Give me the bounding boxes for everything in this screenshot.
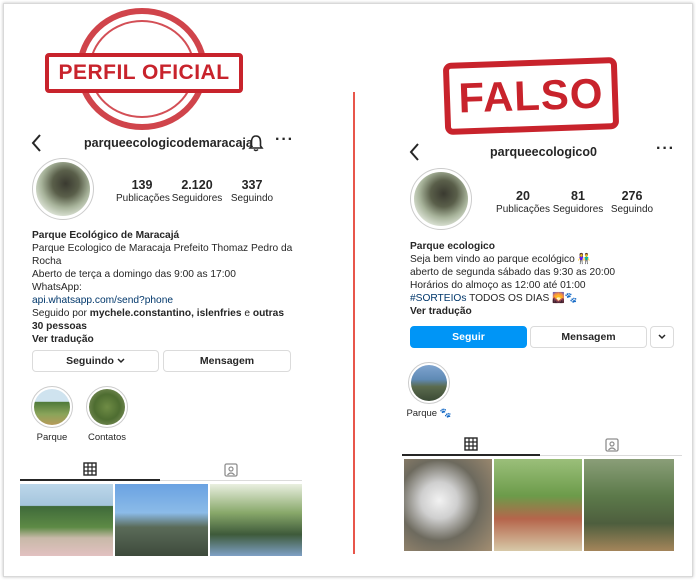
back-icon[interactable] <box>30 133 44 153</box>
official-profile-panel: parqueecologicodemaracaja ··· 139 Publica… <box>20 0 302 560</box>
profile-stats: 139 Publicações 2.120 Seguidores 337 Seguin… <box>116 178 278 204</box>
bell-icon[interactable] <box>248 134 264 152</box>
profile-tabs <box>402 434 682 456</box>
back-icon[interactable] <box>408 142 422 162</box>
highlight-label: Parque 🐾 <box>406 408 452 419</box>
tab-tagged[interactable] <box>542 434 682 456</box>
tagged-icon <box>605 438 619 452</box>
following-button[interactable]: Seguindo <box>32 350 159 372</box>
profile-tabs <box>20 459 302 481</box>
bio-line: Horários do almoço as 12:00 até 01:00 <box>410 280 586 291</box>
grid-icon <box>83 462 97 476</box>
stat-posts[interactable]: 20 Publicações <box>496 189 550 215</box>
highlight-label: Parque <box>36 432 68 443</box>
stat-posts[interactable]: 139 Publicações <box>116 178 170 204</box>
bio-line: Seja bem vindo ao parque ecológico 👫 <box>410 254 591 265</box>
bio-line: Aberto de terça a domingo das 9:00 as 17… <box>32 269 236 280</box>
tab-grid[interactable] <box>20 459 160 481</box>
highlight-contatos[interactable]: Contatos <box>82 386 132 443</box>
message-button[interactable]: Mensagem <box>530 326 647 348</box>
profile-header: parqueecologico0 ··· <box>402 140 682 162</box>
followed-by[interactable]: Seguido por mychele.constantino, islenfr… <box>32 307 298 333</box>
tab-tagged[interactable] <box>160 459 302 481</box>
bio-link[interactable]: api.whatsapp.com/send?phone <box>32 294 298 307</box>
photo-grid <box>404 459 674 551</box>
chevron-down-icon <box>117 358 125 364</box>
avatar[interactable] <box>410 168 472 230</box>
profile-stats: 20 Publicações 81 Seguidores 276 Seguindo <box>496 189 658 215</box>
post-thumbnail[interactable] <box>20 484 113 556</box>
bio-line: Parque Ecologico de Maracaja Prefeito Th… <box>32 243 293 267</box>
profile-header: parqueecologicodemaracaja ··· <box>20 131 302 153</box>
stat-followers[interactable]: 81 Seguidores <box>550 189 606 215</box>
stat-followers[interactable]: 2.120 Seguidores <box>168 178 226 204</box>
profile-name: Parque ecologico <box>410 241 495 252</box>
bio-line: #SORTEIOs TODOS OS DIAS 🌄🐾 <box>410 293 578 304</box>
tab-grid[interactable] <box>402 434 540 456</box>
highlight-label: Contatos <box>87 432 127 443</box>
more-icon[interactable]: ··· <box>656 140 675 158</box>
stat-following[interactable]: 337 Seguindo <box>226 178 278 204</box>
chevron-down-icon <box>658 334 666 340</box>
bio-line: WhatsApp: <box>32 282 82 293</box>
post-thumbnail[interactable] <box>584 459 674 551</box>
profile-bio: Parque ecologico Seja bem vindo ao parqu… <box>410 240 680 318</box>
highlight-parque[interactable]: Parque 🐾 <box>406 362 452 419</box>
post-thumbnail[interactable] <box>494 459 582 551</box>
translate-link[interactable]: Ver tradução <box>32 333 298 346</box>
stat-following[interactable]: 276 Seguindo <box>606 189 658 215</box>
follow-button[interactable]: Seguir <box>410 326 527 348</box>
suggestions-dropdown-button[interactable] <box>650 326 674 348</box>
post-thumbnail[interactable] <box>115 484 208 556</box>
divider-line <box>353 92 355 554</box>
post-thumbnail[interactable] <box>404 459 492 551</box>
tagged-icon <box>224 463 238 477</box>
grid-icon <box>464 437 478 451</box>
more-icon[interactable]: ··· <box>275 131 294 149</box>
translate-link[interactable]: Ver tradução <box>410 305 680 318</box>
profile-name: Parque Ecológico de Maracajá <box>32 230 180 241</box>
username: parqueecologicodemaracaja <box>84 136 253 150</box>
profile-bio: Parque Ecológico de Maracajá Parque Ecol… <box>32 229 298 346</box>
photo-grid <box>20 484 302 556</box>
avatar[interactable] <box>32 158 94 220</box>
fake-profile-panel: parqueecologico0 ··· 20 Publicações 81 Seg… <box>402 0 682 560</box>
username: parqueecologico0 <box>490 145 597 159</box>
post-thumbnail[interactable] <box>210 484 302 556</box>
bio-line: aberto de segunda sábado das 9:30 as 20:… <box>410 267 616 278</box>
hashtag-link[interactable]: #SORTEIOs <box>410 293 466 304</box>
highlight-parque[interactable]: Parque <box>30 386 74 443</box>
message-button[interactable]: Mensagem <box>163 350 291 372</box>
